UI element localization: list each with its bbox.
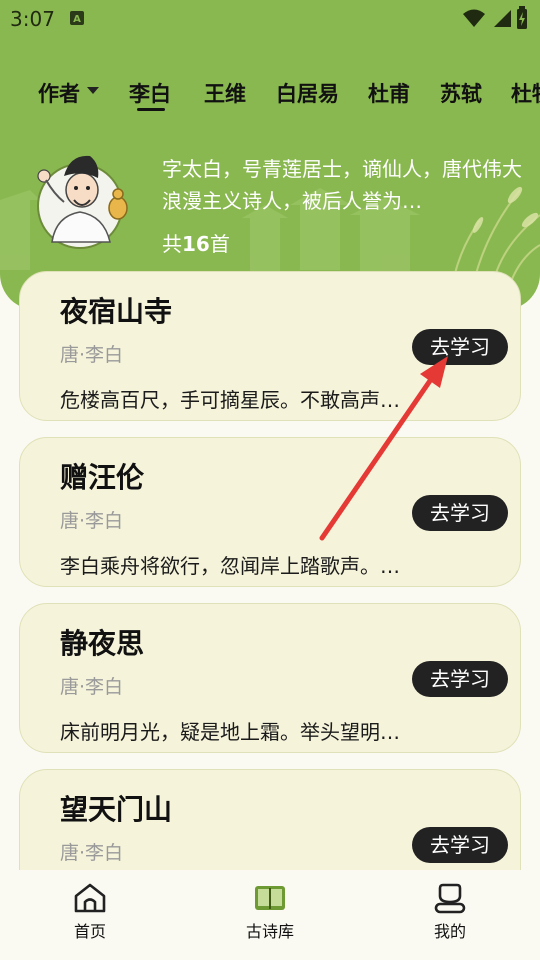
nav-profile-label: 我的	[433, 922, 466, 941]
wifi-icon	[463, 9, 485, 27]
learn-button[interactable]: 去学习	[412, 827, 508, 863]
nav-profile[interactable]: 我的	[400, 882, 500, 942]
tab-dufu[interactable]: 杜甫	[368, 78, 410, 108]
tab-baijuyi[interactable]: 白居易	[276, 78, 339, 108]
author-filter-dropdown[interactable]: 作者	[38, 78, 99, 108]
learn-button[interactable]: 去学习	[412, 495, 508, 531]
status-bar: 3:07 A	[0, 0, 540, 38]
poem-card[interactable]: 赠汪伦 唐·李白 李白乘舟将欲行，忽闻岸上踏歌声。… 去学习	[19, 437, 521, 587]
poem-title: 夜宿山寺	[60, 295, 173, 328]
poem-count: 共16首	[162, 228, 230, 257]
poem-card[interactable]: 夜宿山寺 唐·李白 危楼高百尺，手可摘星辰。不敢高声… 去学习	[19, 271, 521, 421]
svg-text:A: A	[73, 14, 81, 25]
tab-libai[interactable]: 李白	[129, 78, 171, 108]
author-bio: 字太白，号青莲居士，谪仙人，唐代伟大浪漫主义诗人，被后人誉为…	[162, 157, 522, 213]
caret-down-icon	[87, 87, 99, 94]
tab-wangwei[interactable]: 王维	[204, 78, 246, 108]
poem-dynasty-author: 唐·李白	[60, 510, 124, 532]
author-avatar	[37, 155, 128, 249]
poem-dynasty-author: 唐·李白	[60, 676, 124, 698]
poem-title: 静夜思	[60, 627, 145, 660]
bottom-nav: 首页 古诗库 我的	[0, 870, 540, 960]
nav-home-label: 首页	[73, 922, 106, 941]
tab-sushi[interactable]: 苏轼	[440, 78, 482, 108]
poem-card[interactable]: 静夜思 唐·李白 床前明月光，疑是地上霜。举头望明… 去学习	[19, 603, 521, 753]
poem-excerpt: 床前明月光，疑是地上霜。举头望明…	[60, 720, 400, 744]
notification-a-icon: A	[70, 11, 84, 25]
nav-home[interactable]: 首页	[40, 882, 140, 942]
profile-icon	[434, 883, 466, 914]
selected-tab-indicator	[137, 108, 165, 111]
poem-dynasty-author: 唐·李白	[60, 344, 124, 366]
nav-poem-library[interactable]: 古诗库	[220, 882, 320, 942]
author-filter-label: 作者	[38, 82, 80, 106]
tab-dumu[interactable]: 杜牧	[511, 78, 540, 108]
nav-library-label: 古诗库	[245, 922, 294, 941]
learn-button[interactable]: 去学习	[412, 329, 508, 365]
status-time: 3:07	[10, 7, 55, 31]
poem-excerpt: 危楼高百尺，手可摘星辰。不敢高声…	[60, 388, 400, 412]
signal-icon	[494, 10, 511, 27]
battery-icon	[517, 6, 527, 29]
book-icon	[255, 886, 285, 910]
poem-count-value: 16	[182, 232, 210, 256]
poem-count-prefix: 共	[162, 232, 182, 256]
learn-button[interactable]: 去学习	[412, 661, 508, 697]
poem-excerpt: 李白乘舟将欲行，忽闻岸上踏歌声。…	[60, 554, 400, 578]
poem-title: 赠汪伦	[60, 461, 145, 494]
home-icon	[74, 883, 106, 913]
poem-title: 望天门山	[60, 793, 173, 826]
poem-dynasty-author: 唐·李白	[60, 842, 124, 864]
poem-count-suffix: 首	[209, 232, 230, 256]
author-tab-bar: 作者 李白 王维 白居易 杜甫 苏轼 杜牧	[0, 72, 540, 112]
